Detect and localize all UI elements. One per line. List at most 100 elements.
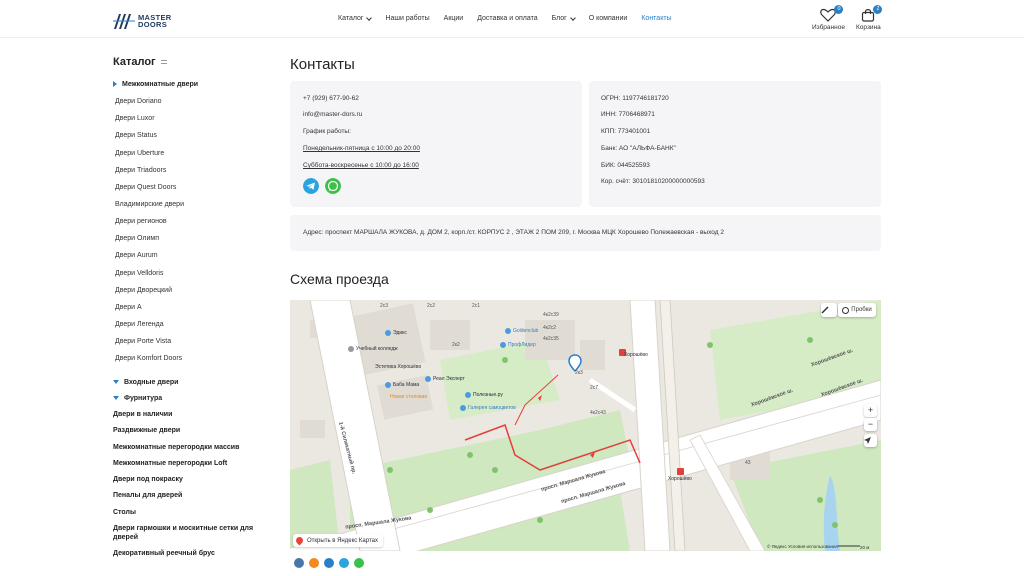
- schedule-weekend: Суббота-воскресенье с 10:00 до 16:00: [303, 162, 419, 169]
- telegram-share-icon[interactable]: [339, 558, 349, 568]
- mail-share-icon[interactable]: [324, 558, 334, 568]
- sidebar-item[interactable]: Двери Aurum: [115, 252, 158, 259]
- odnoklassniki-share-icon[interactable]: [309, 558, 319, 568]
- sidebar-item-label: Двери под покраску: [113, 476, 183, 483]
- chevron-down-icon: [366, 14, 373, 21]
- sidebar-item[interactable]: Двери под покраску: [113, 476, 183, 483]
- favorites-button[interactable]: 0 Избранное: [812, 5, 845, 31]
- requisite-bik: БИК: 044525593: [601, 162, 650, 169]
- sidebar-item[interactable]: Двери А: [115, 304, 142, 311]
- nav-about[interactable]: О компании: [589, 15, 628, 22]
- requisite-account: Кор. счёт: 30101810200000000593: [601, 178, 705, 185]
- nav-label: Каталог: [338, 15, 364, 22]
- menu-lines-icon: [160, 60, 167, 64]
- sidebar-item[interactable]: Двери Komfort Doors: [115, 355, 182, 362]
- house-number: 4к2с39: [543, 312, 559, 318]
- sidebar-item-label: Владимирские двери: [115, 201, 184, 208]
- catalog-sidebar: Каталог: [113, 55, 273, 69]
- location-arrow-icon: [864, 437, 871, 444]
- sidebar-item-label: Двери Komfort Doors: [115, 355, 183, 362]
- page-title: Контакты: [290, 56, 355, 73]
- logo-line-2: DOORS: [138, 20, 168, 29]
- sidebar-item-label: Двери Олимп: [115, 235, 159, 242]
- map-place-label: Полезные.ру: [465, 392, 503, 398]
- geolocation-button[interactable]: [864, 434, 877, 447]
- whatsapp-icon[interactable]: [325, 178, 341, 194]
- sidebar-item[interactable]: Двери Олимп: [115, 235, 159, 242]
- whatsapp-share-icon[interactable]: [354, 558, 364, 568]
- vk-share-icon[interactable]: [294, 558, 304, 568]
- zoom-in-button[interactable]: +: [864, 404, 877, 417]
- open-in-yandex-maps-button[interactable]: Открыть в Яндекс Картах: [293, 534, 383, 547]
- sidebar-item[interactable]: Раздвижные двери: [113, 427, 180, 434]
- requisite-kpp: КПП: 773401001: [601, 128, 651, 135]
- map-place-label: Галерея самоцветов: [460, 405, 516, 411]
- sidebar-item: дверей: [113, 534, 138, 541]
- sidebar-item[interactable]: Межкомнатные перегородки Loft: [113, 460, 227, 467]
- telegram-icon[interactable]: [303, 178, 319, 194]
- email-link[interactable]: info@master-dors.ru: [303, 111, 362, 118]
- nav-contacts[interactable]: Контакты: [641, 15, 671, 22]
- nav-blog[interactable]: Блог: [552, 14, 576, 22]
- sidebar-item[interactable]: Двери Triadoors: [115, 167, 166, 174]
- sidebar-item[interactable]: Межкомнатные перегородки массив: [113, 444, 239, 451]
- nav-catalog[interactable]: Каталог: [338, 14, 373, 22]
- favorites-label: Избранное: [812, 24, 845, 31]
- sidebar-item-label: Двери гармошки и москитные сетки для: [113, 525, 254, 532]
- sidebar-item[interactable]: Пеналы для дверей: [113, 492, 182, 499]
- place-name: Полезные.ру: [473, 392, 503, 398]
- sidebar-item[interactable]: Столы: [113, 509, 136, 516]
- poi-icon: [385, 330, 391, 336]
- sidebar-item[interactable]: Двери Дворецкий: [115, 287, 172, 294]
- sidebar-item[interactable]: Двери гармошки и москитные сетки для: [113, 525, 253, 532]
- house-number: 4к2с2: [543, 325, 557, 331]
- place-name: Баба Мама: [393, 382, 420, 388]
- zoom-out-button[interactable]: −: [864, 418, 877, 431]
- nav-our-works[interactable]: Наши работы: [385, 15, 429, 22]
- map-copyright[interactable]: © Яндекс Условия использования: [767, 544, 838, 549]
- poi-icon: [505, 328, 511, 334]
- sidebar-item-label: Фурнитура: [124, 395, 163, 402]
- map-place-label: Реал Эксперт: [425, 376, 465, 382]
- sidebar-item[interactable]: Межкомнатные двери: [113, 81, 198, 88]
- sidebar-item[interactable]: Двери Porte Vista: [115, 338, 171, 345]
- yandex-map[interactable]: Хорошёво Хорошёво Баба Мама Реал Эксперт…: [290, 300, 881, 551]
- sidebar-item-label: Двери А: [115, 304, 142, 311]
- sidebar-item[interactable]: Владимирские двери: [115, 201, 184, 208]
- logo-text: MASTER DOORS: [138, 13, 171, 29]
- sidebar-item[interactable]: Двери Doriano: [115, 98, 162, 105]
- sidebar-item-label: Пеналы для дверей: [113, 492, 183, 499]
- requisite-inn: ИНН: 7706468971: [601, 111, 655, 118]
- ruler-button[interactable]: [821, 303, 837, 317]
- sidebar-item[interactable]: Двери Quest Doors: [115, 184, 176, 191]
- sidebar-item[interactable]: Двери Uberture: [115, 150, 164, 157]
- sidebar-item[interactable]: Двери Легенда: [115, 321, 164, 328]
- sidebar-item[interactable]: Двери Velldoris: [115, 270, 163, 277]
- place-name: Goldenclub: [513, 328, 539, 334]
- logo[interactable]: MASTER DOORS: [113, 10, 183, 32]
- sidebar-item[interactable]: Двери Luxor: [115, 115, 155, 122]
- house-number: 2с2: [427, 303, 436, 309]
- traffic-button[interactable]: Пробки: [838, 303, 876, 317]
- sidebar-item-label: Двери Porte Vista: [115, 338, 172, 345]
- map-pin-icon: [294, 535, 305, 546]
- sidebar-item-label: Двери Velldoris: [115, 270, 164, 277]
- house-number: 2с3: [380, 303, 389, 309]
- map-place-label: Новая столовая: [390, 394, 427, 400]
- sidebar-item-label: Двери Luxor: [115, 115, 155, 122]
- nav-delivery[interactable]: Доставка и оплата: [477, 15, 537, 22]
- sidebar-item[interactable]: Двери Status: [115, 132, 157, 139]
- map-place-label: Goldenclub: [505, 328, 538, 334]
- sidebar-item[interactable]: Фурнитура: [113, 395, 162, 402]
- sidebar-item[interactable]: Входные двери: [113, 379, 178, 386]
- address-card: Адрес: проспект МАРШАЛА ЖУКОВА, д. ДОМ 2…: [290, 215, 881, 251]
- cart-button[interactable]: 2 Корзина: [856, 5, 883, 31]
- nav-promotions[interactable]: Акции: [444, 15, 464, 22]
- poi-icon: [500, 342, 506, 348]
- sidebar-item[interactable]: Двери в наличии: [113, 411, 172, 418]
- sidebar-item[interactable]: Двери регионов: [115, 218, 167, 225]
- map-place-label: Учебный колледж: [348, 346, 398, 352]
- sidebar-item[interactable]: Декоративный реечный брус: [113, 550, 215, 557]
- sidebar-item-label: Межкомнатные двери: [122, 81, 199, 88]
- phone-link[interactable]: +7 (929) 677-90-62: [303, 95, 359, 102]
